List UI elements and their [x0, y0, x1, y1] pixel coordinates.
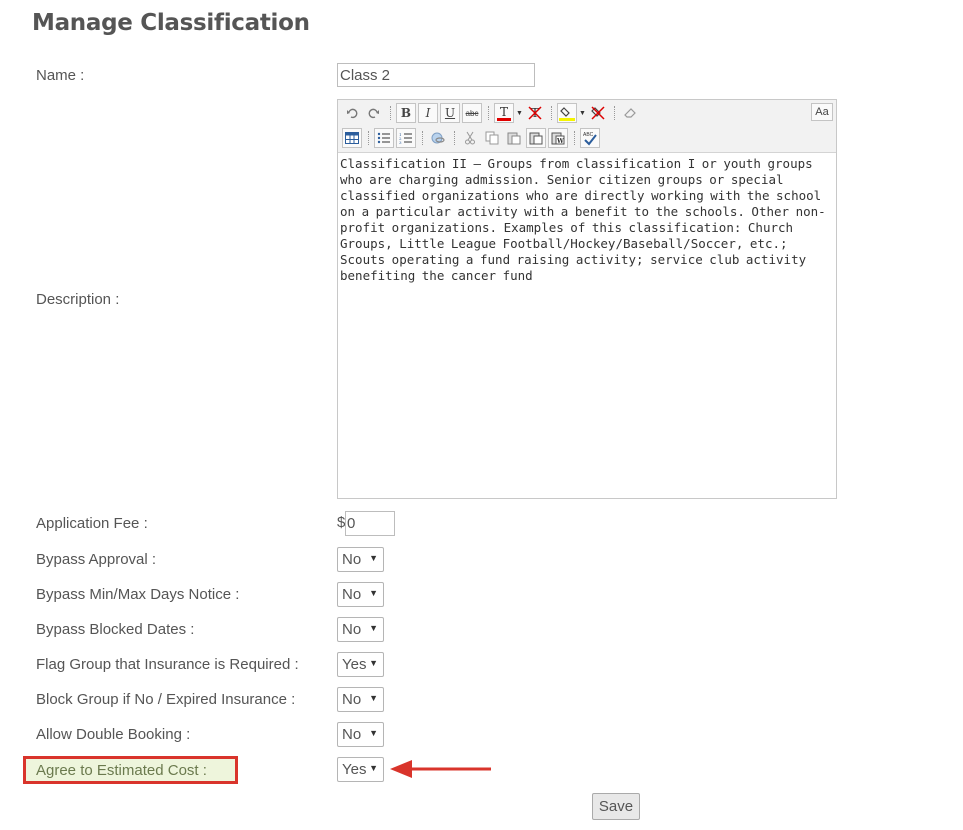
select-value: No: [342, 586, 362, 603]
select-value: No: [342, 551, 362, 568]
save-button[interactable]: Save: [592, 793, 640, 820]
chevron-down-icon[interactable]: ▼: [516, 110, 523, 117]
chevron-down-icon[interactable]: ▼: [579, 110, 586, 117]
select-value: No: [342, 726, 362, 743]
paste-word-icon[interactable]: W: [548, 128, 568, 148]
toolbar-separator: [574, 131, 576, 145]
bypass-approval-label: Bypass Approval :: [36, 551, 157, 568]
select-value: No: [342, 621, 362, 638]
block-expired-insurance-select[interactable]: No ▼: [337, 687, 384, 712]
toolbar-separator: [454, 131, 456, 145]
bypass-blocked-dates-select[interactable]: No ▼: [337, 617, 384, 642]
copy-icon[interactable]: [482, 128, 502, 148]
toolbar-separator: [488, 106, 490, 120]
paste-text-icon[interactable]: [526, 128, 546, 148]
toolbar-separator: [390, 106, 392, 120]
chevron-down-icon: ▼: [369, 693, 378, 703]
block-expired-insurance-label: Block Group if No / Expired Insurance :: [36, 691, 296, 708]
editor-toolbar: B I U abc T ▼ T ▼: [338, 100, 836, 153]
svg-text:W: W: [556, 138, 564, 145]
bypass-days-notice-label: Bypass Min/Max Days Notice :: [36, 586, 240, 603]
svg-text:3: 3: [399, 140, 402, 144]
application-fee-label: Application Fee :: [36, 515, 148, 532]
italic-icon[interactable]: I: [418, 103, 438, 123]
bypass-days-notice-select[interactable]: No ▼: [337, 582, 384, 607]
annotation-arrow-icon: [390, 760, 491, 778]
bold-icon[interactable]: B: [396, 103, 416, 123]
highlight-color-icon[interactable]: [557, 103, 577, 123]
undo-icon[interactable]: [342, 103, 362, 123]
chevron-down-icon: ▼: [369, 763, 378, 773]
link-icon[interactable]: [428, 128, 448, 148]
eraser-icon[interactable]: [620, 103, 640, 123]
spellcheck-icon[interactable]: ABC: [580, 128, 600, 148]
redo-icon[interactable]: [364, 103, 384, 123]
flag-insurance-select[interactable]: Yes ▼: [337, 652, 384, 677]
table-icon[interactable]: [342, 128, 362, 148]
svg-text:T: T: [500, 105, 508, 119]
numbered-list-icon[interactable]: 123: [396, 128, 416, 148]
allow-double-booking-label: Allow Double Booking :: [36, 726, 191, 743]
paste-icon[interactable]: [504, 128, 524, 148]
chevron-down-icon: ▼: [369, 588, 378, 598]
remove-highlight-icon[interactable]: [588, 103, 608, 123]
cut-icon[interactable]: [460, 128, 480, 148]
agree-estimated-cost-label: Agree to Estimated Cost :: [36, 762, 207, 779]
description-editor[interactable]: B I U abc T ▼ T ▼: [337, 99, 837, 499]
select-value: Yes: [342, 761, 367, 778]
toolbar-separator: [422, 131, 424, 145]
bypass-blocked-dates-label: Bypass Blocked Dates :: [36, 621, 195, 638]
chevron-down-icon: ▼: [369, 658, 378, 668]
svg-text:ABC: ABC: [583, 132, 594, 138]
chevron-down-icon: ▼: [369, 728, 378, 738]
application-fee-input[interactable]: [345, 511, 395, 536]
name-input[interactable]: [337, 63, 535, 87]
chevron-down-icon: ▼: [369, 623, 378, 633]
select-value: No: [342, 691, 362, 708]
font-size-button[interactable]: Aa: [811, 103, 833, 121]
underline-icon[interactable]: U: [440, 103, 460, 123]
chevron-down-icon: ▼: [369, 553, 378, 563]
page-title: Manage Classification: [32, 10, 310, 36]
toolbar-separator: [368, 131, 370, 145]
strikethrough-icon[interactable]: abc: [462, 103, 482, 123]
description-text[interactable]: Classification II – Groups from classifi…: [338, 153, 836, 287]
bypass-approval-select[interactable]: No ▼: [337, 547, 384, 572]
name-label: Name :: [36, 67, 85, 84]
select-value: Yes: [342, 656, 367, 673]
bullet-list-icon[interactable]: [374, 128, 394, 148]
allow-double-booking-select[interactable]: No ▼: [337, 722, 384, 747]
agree-estimated-cost-highlight: Agree to Estimated Cost :: [23, 756, 238, 784]
description-label: Description :: [36, 291, 120, 308]
toolbar-separator: [551, 106, 553, 120]
flag-insurance-label: Flag Group that Insurance is Required :: [36, 656, 299, 673]
font-color-icon[interactable]: T: [494, 103, 514, 123]
remove-font-color-icon[interactable]: T: [525, 103, 545, 123]
agree-estimated-cost-select[interactable]: Yes ▼: [337, 757, 384, 782]
toolbar-separator: [614, 106, 616, 120]
